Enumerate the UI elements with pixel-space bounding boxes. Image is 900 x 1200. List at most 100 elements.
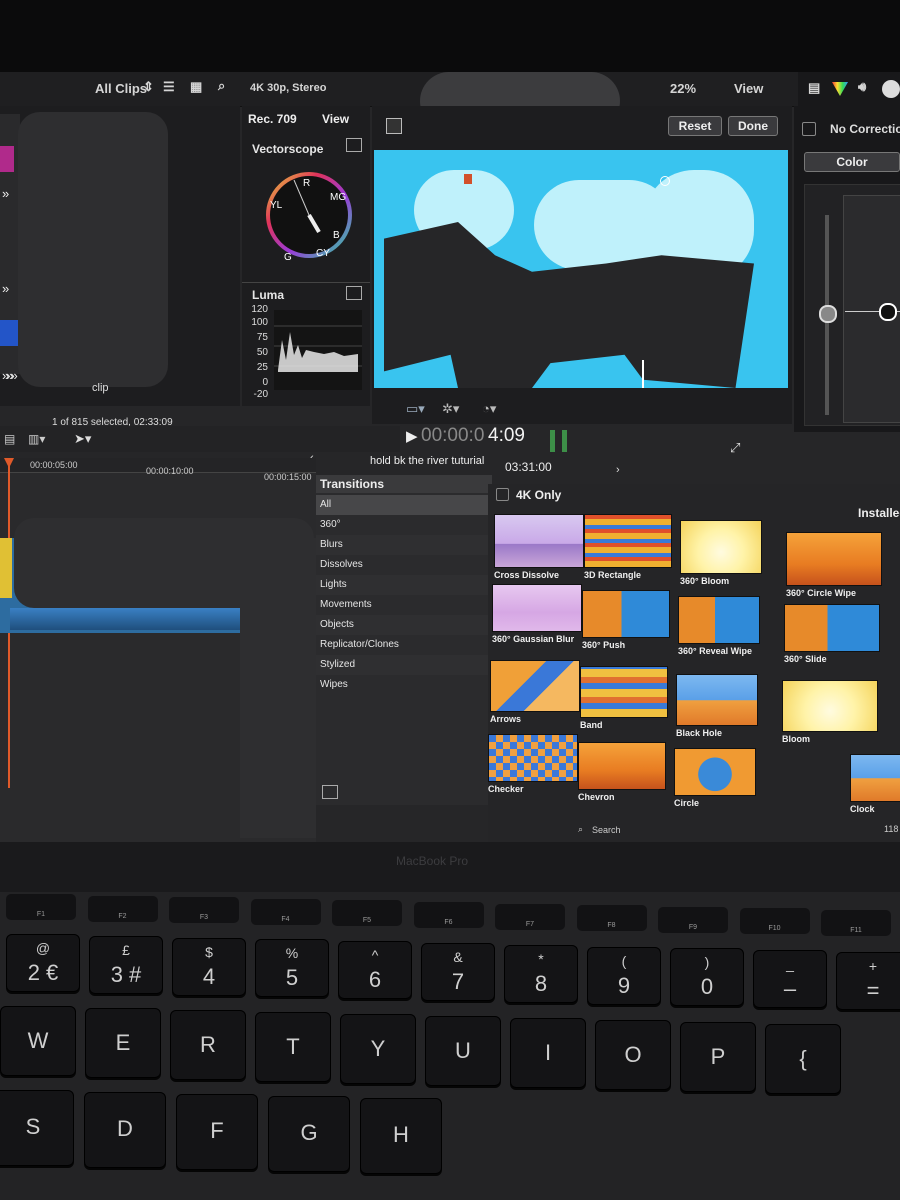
transition-item[interactable]: Black Hole <box>676 674 760 754</box>
correction-checkbox[interactable] <box>802 122 816 136</box>
color-tab[interactable]: Color <box>804 152 900 172</box>
function-key[interactable]: F10 <box>739 908 810 935</box>
scope-settings-icon[interactable] <box>346 138 362 152</box>
category-dissolves[interactable]: Dissolves <box>316 555 488 575</box>
scopes-view-menu[interactable]: View <box>322 112 349 126</box>
function-key[interactable]: F4 <box>250 898 321 925</box>
transition-item[interactable]: 360° Reveal Wipe <box>678 596 762 672</box>
function-key[interactable]: F9 <box>658 906 728 933</box>
viewer-view-menu[interactable]: View <box>734 81 763 96</box>
keyframe-handle[interactable] <box>660 176 670 186</box>
letter-key[interactable]: E <box>85 1008 161 1078</box>
transition-item[interactable]: Arrows <box>490 660 582 740</box>
letter-key[interactable]: D <box>84 1092 166 1168</box>
category-all[interactable]: All <box>316 495 488 515</box>
forward-arrow-icon[interactable]: › <box>616 464 620 476</box>
transition-item[interactable]: Checker <box>488 734 580 810</box>
audio-icon[interactable]: 🔊︎ <box>858 79 866 95</box>
info-icon[interactable] <box>882 80 900 98</box>
transition-item[interactable]: Clock <box>850 754 900 830</box>
transition-item[interactable]: Chevron <box>578 742 668 818</box>
number-key[interactable]: + = <box>836 952 900 1010</box>
enhance-icon[interactable]: ✲▾ <box>442 401 459 417</box>
function-key[interactable]: F6 <box>413 902 484 928</box>
letter-key[interactable]: R <box>170 1010 246 1080</box>
category-objects[interactable]: Objects <box>316 615 488 635</box>
function-key[interactable]: F5 <box>332 900 402 927</box>
letter-key[interactable]: S <box>0 1090 74 1166</box>
category-movements[interactable]: Movements <box>316 595 488 615</box>
letter-key[interactable]: { <box>765 1024 841 1094</box>
transition-item[interactable]: 360° Slide <box>784 604 882 680</box>
select-tool-icon[interactable]: ➤▾ <box>74 431 91 447</box>
function-key[interactable]: F7 <box>495 903 565 930</box>
category-replicator[interactable]: Replicator/Clones <box>316 635 488 655</box>
transition-item[interactable]: 3D Rectangle <box>584 514 674 596</box>
letter-key[interactable]: W <box>0 1006 76 1076</box>
number-key[interactable]: $4 <box>172 937 246 996</box>
number-key[interactable]: ^ 6 <box>338 941 412 1000</box>
letter-key[interactable]: P <box>680 1022 756 1092</box>
number-key[interactable]: _ – <box>753 950 827 1009</box>
play-button[interactable]: ▶ <box>406 427 418 445</box>
app-screen: All Clips ⇕ ☰ ▦ ⌕ 4K 30p, Stereo 22% Vie… <box>0 72 900 842</box>
function-key[interactable]: F3 <box>169 897 239 924</box>
number-key[interactable]: ) 0 <box>670 948 744 1007</box>
letter-key[interactable]: H <box>360 1098 442 1174</box>
done-button[interactable]: Done <box>728 116 778 136</box>
letter-key[interactable]: T <box>255 1012 331 1082</box>
clip-filter-dropdown[interactable]: All Clips <box>95 81 147 96</box>
transition-item[interactable]: Band <box>580 666 670 746</box>
clip-appearance-icon[interactable]: ▦ <box>190 79 202 95</box>
category-wipes[interactable]: Wipes <box>316 675 488 695</box>
category-lights[interactable]: Lights <box>316 575 488 595</box>
function-key[interactable]: F2 <box>87 895 158 922</box>
letter-key[interactable]: O <box>595 1020 671 1090</box>
index-icon[interactable]: ▤ <box>4 432 15 446</box>
transition-item[interactable]: Bloom <box>782 680 880 760</box>
transition-item[interactable]: 360° Circle Wipe <box>786 532 884 614</box>
letter-key[interactable]: G <box>268 1096 350 1172</box>
sidebar-toggle-icon[interactable] <box>322 785 338 799</box>
function-key[interactable]: F1 <box>6 894 76 920</box>
number-key[interactable]: & 7 <box>421 943 495 1001</box>
category-stylized[interactable]: Stylized <box>316 655 488 675</box>
transition-item[interactable]: 360° Gaussian Blur <box>492 584 584 660</box>
transform-icon[interactable] <box>386 118 402 134</box>
category-360[interactable]: 360° <box>316 515 488 535</box>
list-view-icon[interactable]: ☰ <box>163 79 175 95</box>
transition-item[interactable]: 360° Bloom <box>680 520 764 602</box>
number-key[interactable]: % 5 <box>255 939 329 998</box>
4k-only-checkbox[interactable] <box>496 488 509 501</box>
color-board[interactable] <box>804 184 900 426</box>
transition-item[interactable]: 360° Push <box>582 590 672 666</box>
number-key[interactable]: (9 <box>587 946 661 1005</box>
color-puck[interactable] <box>879 303 897 321</box>
scope-settings-icon[interactable] <box>346 286 362 300</box>
letter-key[interactable]: Y <box>340 1014 416 1084</box>
letter-key[interactable]: U <box>425 1016 501 1086</box>
fullscreen-icon[interactable]: ⤢ <box>730 440 740 456</box>
zoom-dropdown[interactable]: 22% <box>670 81 696 96</box>
vector-label-r: R <box>303 178 310 189</box>
number-key[interactable]: £3 # <box>89 935 163 994</box>
viewer-mode-icon[interactable]: ▭▾ <box>406 401 425 417</box>
transition-item[interactable]: Circle <box>674 748 758 824</box>
timeline-area[interactable]: 00:00:05:00 00:00:10:00 00:00:15:00 <box>0 458 316 842</box>
search-icon[interactable]: ⌕ <box>218 78 225 94</box>
edit-mode-icon[interactable]: ▥▾ <box>28 432 45 446</box>
reset-button[interactable]: Reset <box>668 116 722 136</box>
function-key[interactable]: F11 <box>821 910 891 936</box>
letter-key[interactable]: F <box>176 1094 258 1170</box>
function-key[interactable]: F8 <box>576 905 647 932</box>
number-key[interactable]: * 8 <box>504 944 578 1003</box>
inspector-tabs-icon[interactable]: ▤ <box>808 80 820 96</box>
search-field[interactable]: Search <box>592 825 621 835</box>
clip-thumbnail[interactable] <box>0 320 18 346</box>
color-slider-handle[interactable] <box>819 305 837 323</box>
category-blurs[interactable]: Blurs <box>316 535 488 555</box>
clip-thumbnail[interactable] <box>0 146 14 172</box>
speed-icon[interactable]: ◔▾ <box>482 401 496 417</box>
letter-key[interactable]: I <box>510 1018 586 1088</box>
number-key[interactable]: @2 € <box>6 934 80 992</box>
